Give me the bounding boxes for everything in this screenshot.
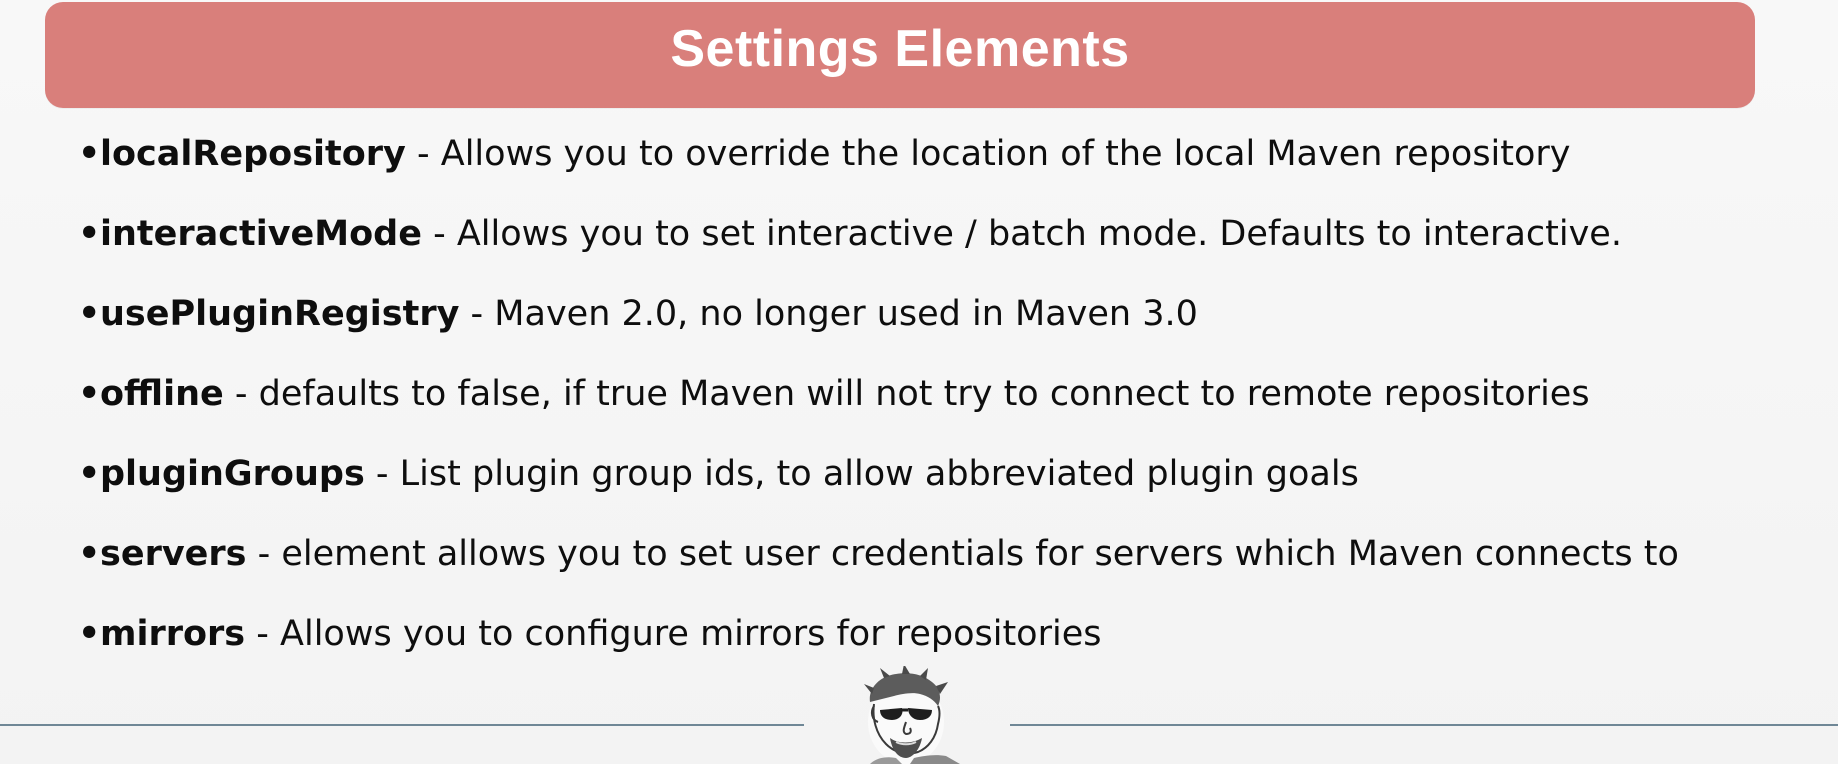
slide-title: Settings Elements xyxy=(670,20,1130,78)
bullet-icon: • xyxy=(78,374,101,414)
list-item-term: servers xyxy=(100,534,247,574)
footer-rule-left xyxy=(0,724,804,726)
list-item-term: usePluginRegistry xyxy=(100,294,460,334)
list-item-separator: - xyxy=(364,454,400,494)
bullet-icon: • xyxy=(78,534,101,574)
list-item-term: interactiveMode xyxy=(100,214,422,254)
list-item: •servers - element allows you to set use… xyxy=(78,530,1778,610)
list-item-description: List plugin group ids, to allow abbrevia… xyxy=(399,454,1359,494)
list-item-separator: - xyxy=(223,374,259,414)
list-item: •offline - defaults to false, if true Ma… xyxy=(78,370,1778,450)
bullet-icon: • xyxy=(78,134,101,174)
slide: Settings Elements •localRepository - All… xyxy=(0,0,1838,764)
bullet-icon: • xyxy=(78,614,101,654)
list-item-term: localRepository xyxy=(100,134,406,174)
list-item-term: offline xyxy=(100,374,224,414)
mascot-sketch-icon xyxy=(864,666,960,764)
list-item: •localRepository - Allows you to overrid… xyxy=(78,130,1778,210)
settings-elements-list: •localRepository - Allows you to overrid… xyxy=(78,130,1778,690)
list-item-separator: - xyxy=(459,294,495,334)
mascot-logo-icon xyxy=(850,666,962,764)
title-banner: Settings Elements xyxy=(45,2,1755,108)
bullet-icon: • xyxy=(78,214,101,254)
list-item-description: defaults to false, if true Maven will no… xyxy=(258,374,1590,414)
list-item-separator: - xyxy=(245,614,281,654)
list-item-term: pluginGroups xyxy=(100,454,365,494)
footer-rule-right xyxy=(1010,724,1838,726)
list-item: •pluginGroups - List plugin group ids, t… xyxy=(78,450,1778,530)
list-item-separator: - xyxy=(246,534,282,574)
list-item-description: Allows you to set interactive / batch mo… xyxy=(456,214,1622,254)
list-item-description: element allows you to set user credentia… xyxy=(281,534,1679,574)
list-item: •interactiveMode - Allows you to set int… xyxy=(78,210,1778,290)
list-item-description: Maven 2.0, no longer used in Maven 3.0 xyxy=(494,294,1198,334)
list-item-description: Allows you to override the location of t… xyxy=(440,134,1571,174)
list-item-description: Allows you to configure mirrors for repo… xyxy=(280,614,1102,654)
list-item: •usePluginRegistry - Maven 2.0, no longe… xyxy=(78,290,1778,370)
list-item-separator: - xyxy=(421,214,457,254)
list-item-term: mirrors xyxy=(100,614,246,654)
list-item-separator: - xyxy=(405,134,441,174)
bullet-icon: • xyxy=(78,294,101,334)
bullet-icon: • xyxy=(78,454,101,494)
